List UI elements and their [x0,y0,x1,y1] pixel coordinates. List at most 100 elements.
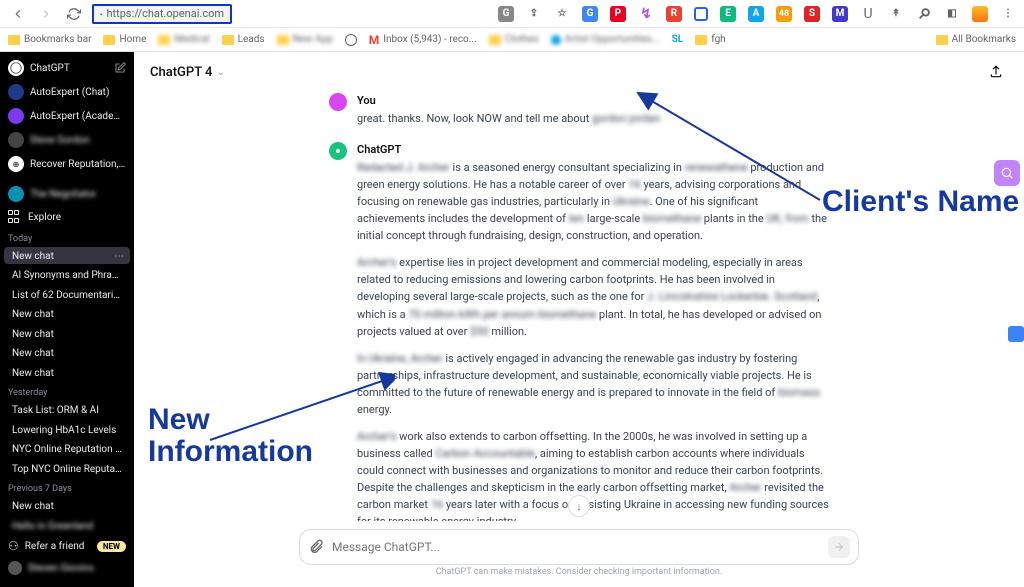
reload-button[interactable] [64,4,84,24]
section-yesterday: Yesterday [0,382,134,400]
sidebar-item[interactable]: The Negotiator [0,182,134,206]
message-input[interactable] [332,540,820,554]
extension-icons: G ⇪ ☆ G P ↯ R E A 48 S M U ↟ ⚲ ◧ ⋮ [498,6,1016,22]
ext-icon[interactable]: S [804,6,820,22]
chat-history-item[interactable]: NYC Online Reputation Managem [4,440,130,457]
gpt-icon [8,60,24,76]
ext-icon[interactable]: ↯ [638,6,654,22]
sidebar-item-autoexpert-chat[interactable]: AutoExpert (Chat) [0,80,134,104]
model-label: ChatGPT 4 [150,65,212,80]
disclaimer: ChatGPT can make mistakes. Consider chec… [134,565,1024,581]
chevron-down-icon: ⌄ [216,67,224,78]
people-icon: ⚇ [8,539,19,553]
chat-history-item[interactable]: Lowering HbA1c Levels [4,421,130,438]
share-button[interactable] [984,60,1008,84]
agent-icon: ⊕ [8,156,24,172]
forward-button[interactable] [36,4,56,24]
attach-icon[interactable] [308,539,324,555]
user-turn: You great. thanks. Now, look NOW and tel… [329,92,829,127]
dots-icon[interactable]: ⋯ [114,251,124,262]
chat-history-item[interactable]: New chat [4,325,130,342]
ext-icon[interactable]: E [720,6,736,22]
user-avatar-icon [8,561,22,575]
sidepanel-icon[interactable]: ◧ [944,6,960,22]
ext-icon[interactable]: ↟ [888,6,904,22]
bookmark-link[interactable]: SL [672,34,684,45]
bookmark-link[interactable]: MInbox (5,943) - reco... [369,33,477,47]
chat-history-item[interactable]: New chat⋯ [4,247,130,264]
agent-icon [8,186,24,202]
star-icon[interactable]: ☆ [554,6,570,22]
section-today: Today [0,228,134,246]
bookmark-folder[interactable]: Clothes [489,34,539,45]
all-bookmarks[interactable]: All Bookmarks [936,34,1016,45]
assistant-turn: ChatGPT Redacted J. Archer is a seasoned… [329,141,829,521]
sidebar-item-autoexpert-academic[interactable]: AutoExpert (Academic) [0,104,134,128]
ext-icon[interactable]: R [666,6,682,22]
user-name: You [357,92,829,109]
section-prev7: Previous 7 Days [0,478,134,496]
ext-icon[interactable] [694,7,708,21]
main-content: ChatGPT 4 ⌄ You great. thanks. Now, look… [134,52,1024,587]
ext-icon[interactable]: M [832,6,848,22]
extension-float-icon[interactable] [994,160,1020,186]
composer[interactable] [299,529,859,565]
ext-icon[interactable]: U [860,6,876,22]
sidebar-explore[interactable]: Explore [0,206,134,228]
bookmark-folder[interactable]: fgh [695,34,725,45]
agent-icon [8,84,24,100]
ext-icon[interactable]: G [498,6,514,22]
chat-history-item[interactable]: Task List: ORM & AI [4,401,130,418]
user-menu[interactable]: Steven Giovino [0,557,134,579]
ext-icon[interactable]: A [748,6,764,22]
profile-avatar[interactable] [972,6,988,22]
sidebar-item-recover[interactable]: ⊕ Recover Reputation, O... [0,152,134,176]
kebab-icon[interactable]: ⋮ [1000,6,1016,22]
ext-icon[interactable]: 48 [776,6,792,22]
bookmark-folder[interactable]: New App [277,34,333,45]
chat-history-item[interactable]: New chat [4,305,130,322]
agent-icon [8,108,24,124]
new-chat-icon[interactable] [114,62,126,74]
sidebar-item[interactable]: Steve Gordon [0,128,134,152]
pinterest-icon[interactable]: P [610,6,626,22]
bookmarks-label[interactable]: Bookmarks bar [8,34,91,45]
url-bar[interactable]: https://chat.openai.com [92,4,232,24]
model-selector[interactable]: ChatGPT 4 ⌄ [134,52,1024,92]
assistant-name: ChatGPT [357,141,829,158]
extensions-icon[interactable]: ⚲ [913,2,936,25]
user-message: great. thanks. Now, look NOW and tell me… [357,110,829,127]
bookmark-link[interactable] [345,34,357,46]
chat-history-item[interactable]: AI Synonyms and Phrases [4,266,130,283]
chat-history-item[interactable]: New chat [4,364,130,381]
send-button[interactable] [828,536,850,558]
ext-icon[interactable]: G [582,6,598,22]
bookmark-folder[interactable]: Medical [158,34,209,45]
bookmark-folder[interactable]: Home [103,34,146,45]
chat-history-item[interactable]: Hello in Greenland [4,517,130,534]
composer-area: ChatGPT can make mistakes. Consider chec… [134,521,1024,587]
gpt-avatar-icon [329,142,347,160]
bookmark-folder[interactable]: Leads [222,34,265,45]
agent-icon [8,132,24,148]
explore-icon [8,210,22,224]
bookmarks-bar: Bookmarks bar Home Medical Leads New App… [0,28,1024,52]
extension-float-icon[interactable] [1008,326,1024,342]
refer-friend[interactable]: ⚇ Refer a friend NEW [0,535,134,557]
share-ext-icon[interactable]: ⇪ [526,6,542,22]
assistant-message: ChatGPT Redacted J. Archer is a seasoned… [357,141,829,521]
chat-history-item[interactable]: New chat [4,344,130,361]
sidebar: ChatGPT AutoExpert (Chat) AutoExpert (Ac… [0,52,134,587]
chat-body: You great. thanks. Now, look NOW and tel… [134,92,1024,521]
chat-history-item[interactable]: List of 62 Documentaries [4,286,130,303]
lock-icon [100,9,102,19]
url-text: https://chat.openai.com [106,7,224,20]
new-badge: NEW [97,541,126,552]
sidebar-item-chatgpt[interactable]: ChatGPT [0,56,134,80]
chat-history-item[interactable]: New chat [4,497,130,514]
bookmark-link[interactable]: Artist Opportunities... [551,34,660,45]
back-button[interactable] [8,4,28,24]
browser-chrome: https://chat.openai.com G ⇪ ☆ G P ↯ R E … [0,0,1024,28]
scroll-down-button[interactable]: ↓ [568,495,590,517]
chat-history-item[interactable]: Top NYC Online Reputation Firms [4,460,130,477]
